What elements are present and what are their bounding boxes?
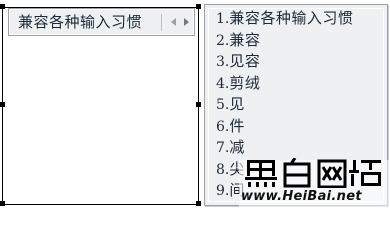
candidate-number: 9. xyxy=(216,183,230,199)
watermark-url: www.HeiBai.net xyxy=(241,189,362,204)
resize-handle-top-right[interactable] xyxy=(196,4,201,9)
watermark: www.HeiBai.net xyxy=(239,158,390,210)
candidate-text: 兼容各种输入习惯 xyxy=(229,9,354,27)
candidate-text: 见容 xyxy=(229,52,261,70)
candidate-text: 件 xyxy=(229,116,245,135)
candidate-text: 见 xyxy=(229,95,245,113)
candidate-text: 剪绒 xyxy=(229,73,261,92)
prev-page-button[interactable] xyxy=(169,16,178,28)
candidate-item[interactable]: 2. 兼容 xyxy=(216,30,353,52)
composition-bar: 兼容各种输入习惯 xyxy=(8,8,195,36)
candidate-item[interactable]: 6. 件 xyxy=(216,116,353,138)
composition-divider xyxy=(161,14,162,31)
candidate-item[interactable]: 7. 减 xyxy=(216,137,353,159)
candidate-number: 1. xyxy=(216,11,230,27)
selection-frame xyxy=(2,7,199,205)
resize-handle-middle-right[interactable] xyxy=(196,102,201,107)
candidate-number: 7. xyxy=(216,140,230,156)
resize-handle-bottom-right[interactable] xyxy=(196,201,201,206)
triangle-right-icon xyxy=(184,18,189,26)
candidate-number: 2. xyxy=(216,32,230,49)
resize-handle-bottom-left[interactable] xyxy=(0,201,5,206)
candidate-item[interactable]: 1. 兼容各种输入习惯 xyxy=(216,8,353,30)
candidate-text: 减 xyxy=(229,138,245,156)
candidate-number: 6. xyxy=(216,118,230,135)
candidate-item[interactable]: 3. 见容 xyxy=(216,51,353,73)
candidate-number: 8. xyxy=(216,161,230,178)
resize-handle-top-left[interactable] xyxy=(0,4,5,9)
candidate-number: 3. xyxy=(216,54,230,70)
candidate-item[interactable]: 5. 见 xyxy=(216,94,353,116)
page-arrows xyxy=(169,15,191,29)
candidate-text: 兼容 xyxy=(229,30,261,49)
next-page-button[interactable] xyxy=(182,16,191,28)
triangle-left-icon xyxy=(171,18,176,26)
candidate-number: 5. xyxy=(216,97,230,113)
candidate-number: 4. xyxy=(216,75,230,92)
composition-text: 兼容各种输入习惯 xyxy=(18,13,143,31)
candidate-item[interactable]: 4. 剪绒 xyxy=(216,73,353,95)
resize-handle-middle-left[interactable] xyxy=(0,102,5,107)
watermark-logo xyxy=(245,158,381,188)
